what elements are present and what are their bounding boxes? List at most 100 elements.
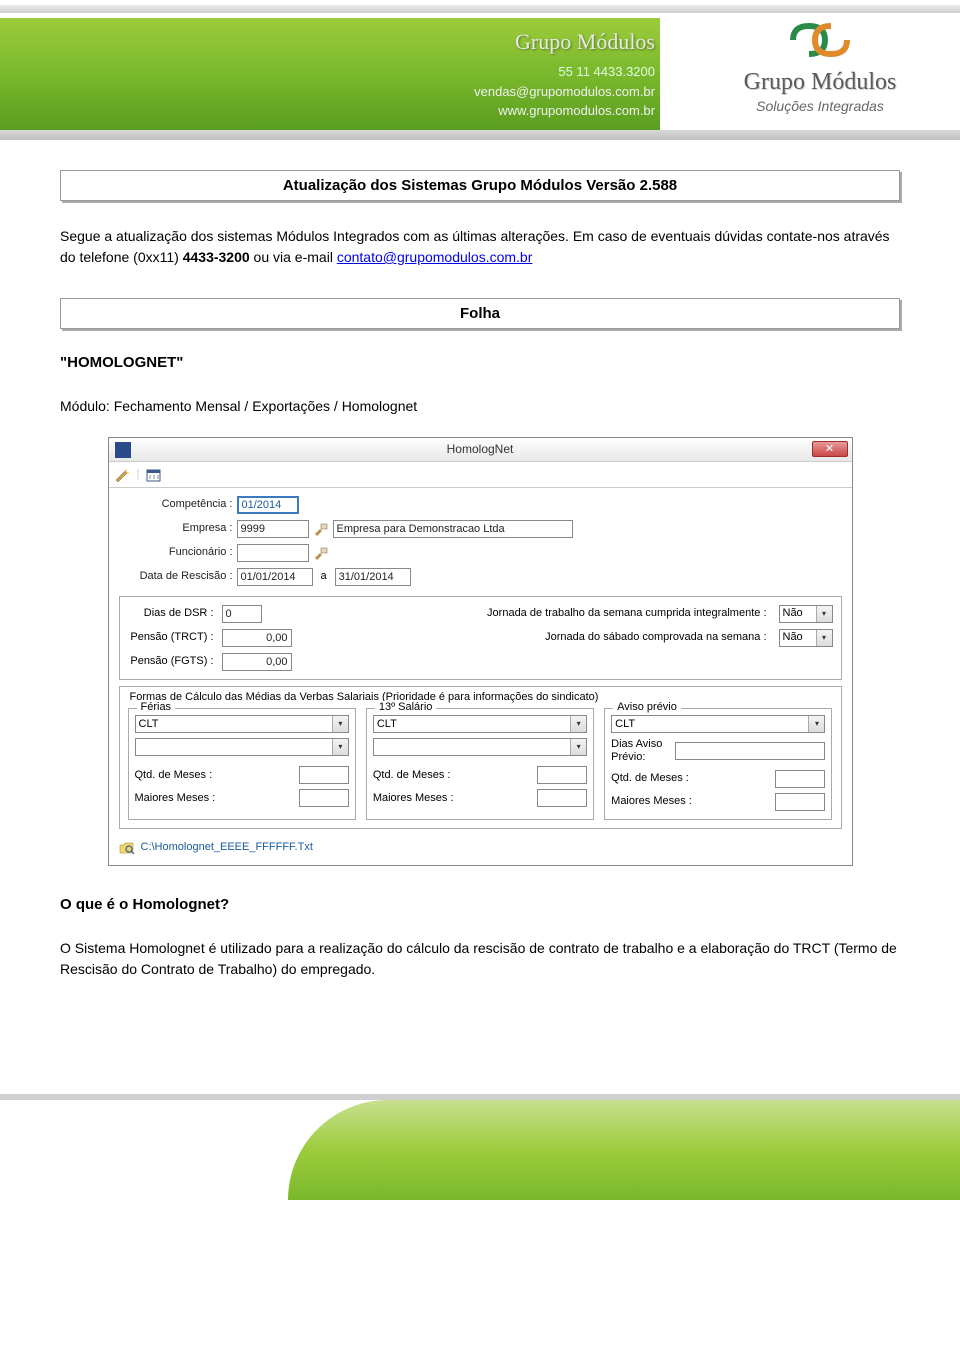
header-gray-strip-top bbox=[0, 5, 960, 13]
label-empresa: Empresa : bbox=[119, 522, 237, 535]
header-band: Grupo Módulos 55 11 4433.3200 vendas@gru… bbox=[0, 0, 960, 140]
label-data-rescisao: Data de Rescisão : bbox=[119, 570, 237, 583]
chevron-down-icon: ▾ bbox=[570, 739, 586, 755]
select-13-clt-value: CLT bbox=[377, 718, 397, 731]
select-ferias-2[interactable]: ▾ bbox=[135, 738, 349, 756]
content-area: Atualização dos Sistemas Grupo Módulos V… bbox=[0, 170, 960, 1040]
subsection-homolognet: "HOMOLOGNET" bbox=[60, 354, 900, 371]
select-jornada-trabalho[interactable]: Não ▾ bbox=[779, 605, 833, 623]
select-jornada-sabado[interactable]: Não ▾ bbox=[779, 629, 833, 647]
dialog-title: HomologNet bbox=[109, 442, 852, 456]
close-button[interactable]: ✕ bbox=[812, 441, 848, 457]
dialog-main-form: Competência : Empresa : Funcionário : bbox=[119, 496, 842, 586]
select-jornada-sabado-value: Não bbox=[783, 631, 803, 644]
dialog-footer-row: C:\Homolognet_EEEE_FFFFFF.Txt bbox=[119, 835, 842, 855]
input-dias-dsr[interactable] bbox=[222, 605, 262, 623]
label-dias-dsr: Dias de DSR : bbox=[128, 607, 214, 620]
chevron-down-icon: ▾ bbox=[816, 630, 832, 646]
panel-calculo-medias: Formas de Cálculo das Médias da Verbas S… bbox=[119, 686, 842, 829]
intro-email-link[interactable]: contato@grupomodulos.com.br bbox=[337, 249, 533, 265]
chevron-down-icon: ▾ bbox=[808, 716, 824, 732]
header-company-name: Grupo Módulos bbox=[430, 25, 655, 58]
header-gray-strip-bottom bbox=[0, 130, 960, 140]
label-ferias-maiores: Maiores Meses : bbox=[135, 792, 299, 805]
select-ferias-clt-value: CLT bbox=[139, 718, 159, 731]
select-ferias-clt[interactable]: CLT ▾ bbox=[135, 715, 349, 733]
page-title: Atualização dos Sistemas Grupo Módulos V… bbox=[283, 177, 677, 194]
chevron-down-icon: ▾ bbox=[332, 739, 348, 755]
input-date-to[interactable] bbox=[335, 568, 411, 586]
header-email: vendas@grupomodulos.com.br bbox=[430, 82, 655, 102]
input-competencia[interactable] bbox=[237, 496, 299, 514]
header-phone: 55 11 4433.3200 bbox=[430, 62, 655, 82]
page-title-box: Atualização dos Sistemas Grupo Módulos V… bbox=[60, 170, 900, 201]
label-aviso-qtd: Qtd. de Meses : bbox=[611, 772, 775, 785]
section-folha-label: Folha bbox=[460, 305, 500, 322]
select-13-2[interactable]: ▾ bbox=[373, 738, 587, 756]
homolognet-dialog: HomologNet ✕ | Competência : bbox=[108, 437, 853, 866]
input-pensao-fgts[interactable] bbox=[222, 653, 292, 671]
input-pensao-trct[interactable] bbox=[222, 629, 292, 647]
intro-text-after: ou via e-mail bbox=[250, 249, 337, 265]
label-date-separator: a bbox=[313, 570, 335, 583]
chevron-down-icon: ▾ bbox=[816, 606, 832, 622]
lookup-icon[interactable] bbox=[313, 546, 329, 560]
label-13-qtd: Qtd. de Meses : bbox=[373, 769, 537, 782]
module-path: Módulo: Fechamento Mensal / Exportações … bbox=[60, 396, 900, 417]
legend-13salario: 13º Salário bbox=[375, 701, 437, 714]
select-aviso-clt[interactable]: CLT ▾ bbox=[611, 715, 825, 733]
tri-columns: Férias CLT ▾ ▾ Qtd. de Meses : Maiores M… bbox=[128, 708, 833, 819]
header-contact-info: Grupo Módulos 55 11 4433.3200 vendas@gru… bbox=[430, 25, 655, 121]
label-funcionario: Funcionário : bbox=[119, 546, 237, 559]
logo-text: Grupo Módulos bbox=[705, 69, 935, 96]
logo-subtitle: Soluções Integradas bbox=[705, 98, 935, 114]
lookup-icon[interactable] bbox=[313, 522, 329, 536]
select-aviso-clt-value: CLT bbox=[615, 718, 635, 731]
input-13-maiores[interactable] bbox=[537, 789, 587, 807]
input-aviso-qtd[interactable] bbox=[775, 770, 825, 788]
answer-paragraph: O Sistema Homolognet é utilizado para a … bbox=[60, 938, 900, 980]
input-empresa-name[interactable] bbox=[333, 520, 573, 538]
input-ferias-qtd[interactable] bbox=[299, 766, 349, 784]
label-jornada-sabado: Jornada do sábado comprovada na semana : bbox=[300, 631, 771, 644]
dialog-titlebar: HomologNet ✕ bbox=[109, 438, 852, 462]
footer-green-curve bbox=[288, 1100, 960, 1200]
label-dias-aviso: Dias Aviso Prévio: bbox=[611, 738, 671, 764]
intro-phone: 4433-3200 bbox=[183, 249, 250, 265]
dialog-screenshot: HomologNet ✕ | Competência : bbox=[108, 437, 853, 866]
wand-icon[interactable] bbox=[113, 467, 131, 483]
fieldset-aviso-previo: Aviso prévio CLT ▾ Dias Aviso Prévio: Qt… bbox=[604, 708, 832, 819]
input-dias-aviso[interactable] bbox=[675, 742, 825, 760]
question-heading: O que é o Homolognet? bbox=[60, 896, 900, 913]
label-pensao-fgts: Pensão (FGTS) : bbox=[128, 655, 214, 668]
header-website: www.grupomodulos.com.br bbox=[430, 101, 655, 121]
select-jornada-trabalho-value: Não bbox=[783, 607, 803, 620]
label-13-maiores: Maiores Meses : bbox=[373, 792, 537, 805]
label-pensao-trct: Pensão (TRCT) : bbox=[128, 631, 214, 644]
label-ferias-qtd: Qtd. de Meses : bbox=[135, 769, 299, 782]
label-calc-title: Formas de Cálculo das Médias da Verbas S… bbox=[130, 691, 833, 704]
legend-ferias: Férias bbox=[137, 701, 176, 714]
input-empresa-code[interactable] bbox=[237, 520, 309, 538]
fieldset-ferias: Férias CLT ▾ ▾ Qtd. de Meses : Maiores M… bbox=[128, 708, 356, 819]
input-aviso-maiores[interactable] bbox=[775, 793, 825, 811]
label-competencia: Competência : bbox=[119, 498, 237, 511]
legend-aviso: Aviso prévio bbox=[613, 701, 681, 714]
label-aviso-maiores: Maiores Meses : bbox=[611, 795, 775, 808]
calendar-icon[interactable] bbox=[145, 467, 163, 483]
select-13-clt[interactable]: CLT ▾ bbox=[373, 715, 587, 733]
label-jornada-trabalho: Jornada de trabalho da semana cumprida i… bbox=[270, 607, 771, 620]
panel-dsr-pensao: Dias de DSR : Jornada de trabalho da sem… bbox=[119, 596, 842, 680]
chevron-down-icon: ▾ bbox=[332, 716, 348, 732]
input-date-from[interactable] bbox=[237, 568, 313, 586]
input-ferias-maiores[interactable] bbox=[299, 789, 349, 807]
chevron-down-icon: ▾ bbox=[570, 716, 586, 732]
page-footer bbox=[0, 1080, 960, 1200]
input-13-qtd[interactable] bbox=[537, 766, 587, 784]
input-funcionario[interactable] bbox=[237, 544, 309, 562]
folder-search-icon[interactable] bbox=[119, 841, 135, 855]
dialog-body: Competência : Empresa : Funcionário : bbox=[109, 488, 852, 865]
dialog-toolbar: | bbox=[109, 462, 852, 488]
file-path-text: C:\Homolognet_EEEE_FFFFFF.Txt bbox=[141, 841, 313, 854]
footer-gray-strip bbox=[0, 1094, 960, 1100]
